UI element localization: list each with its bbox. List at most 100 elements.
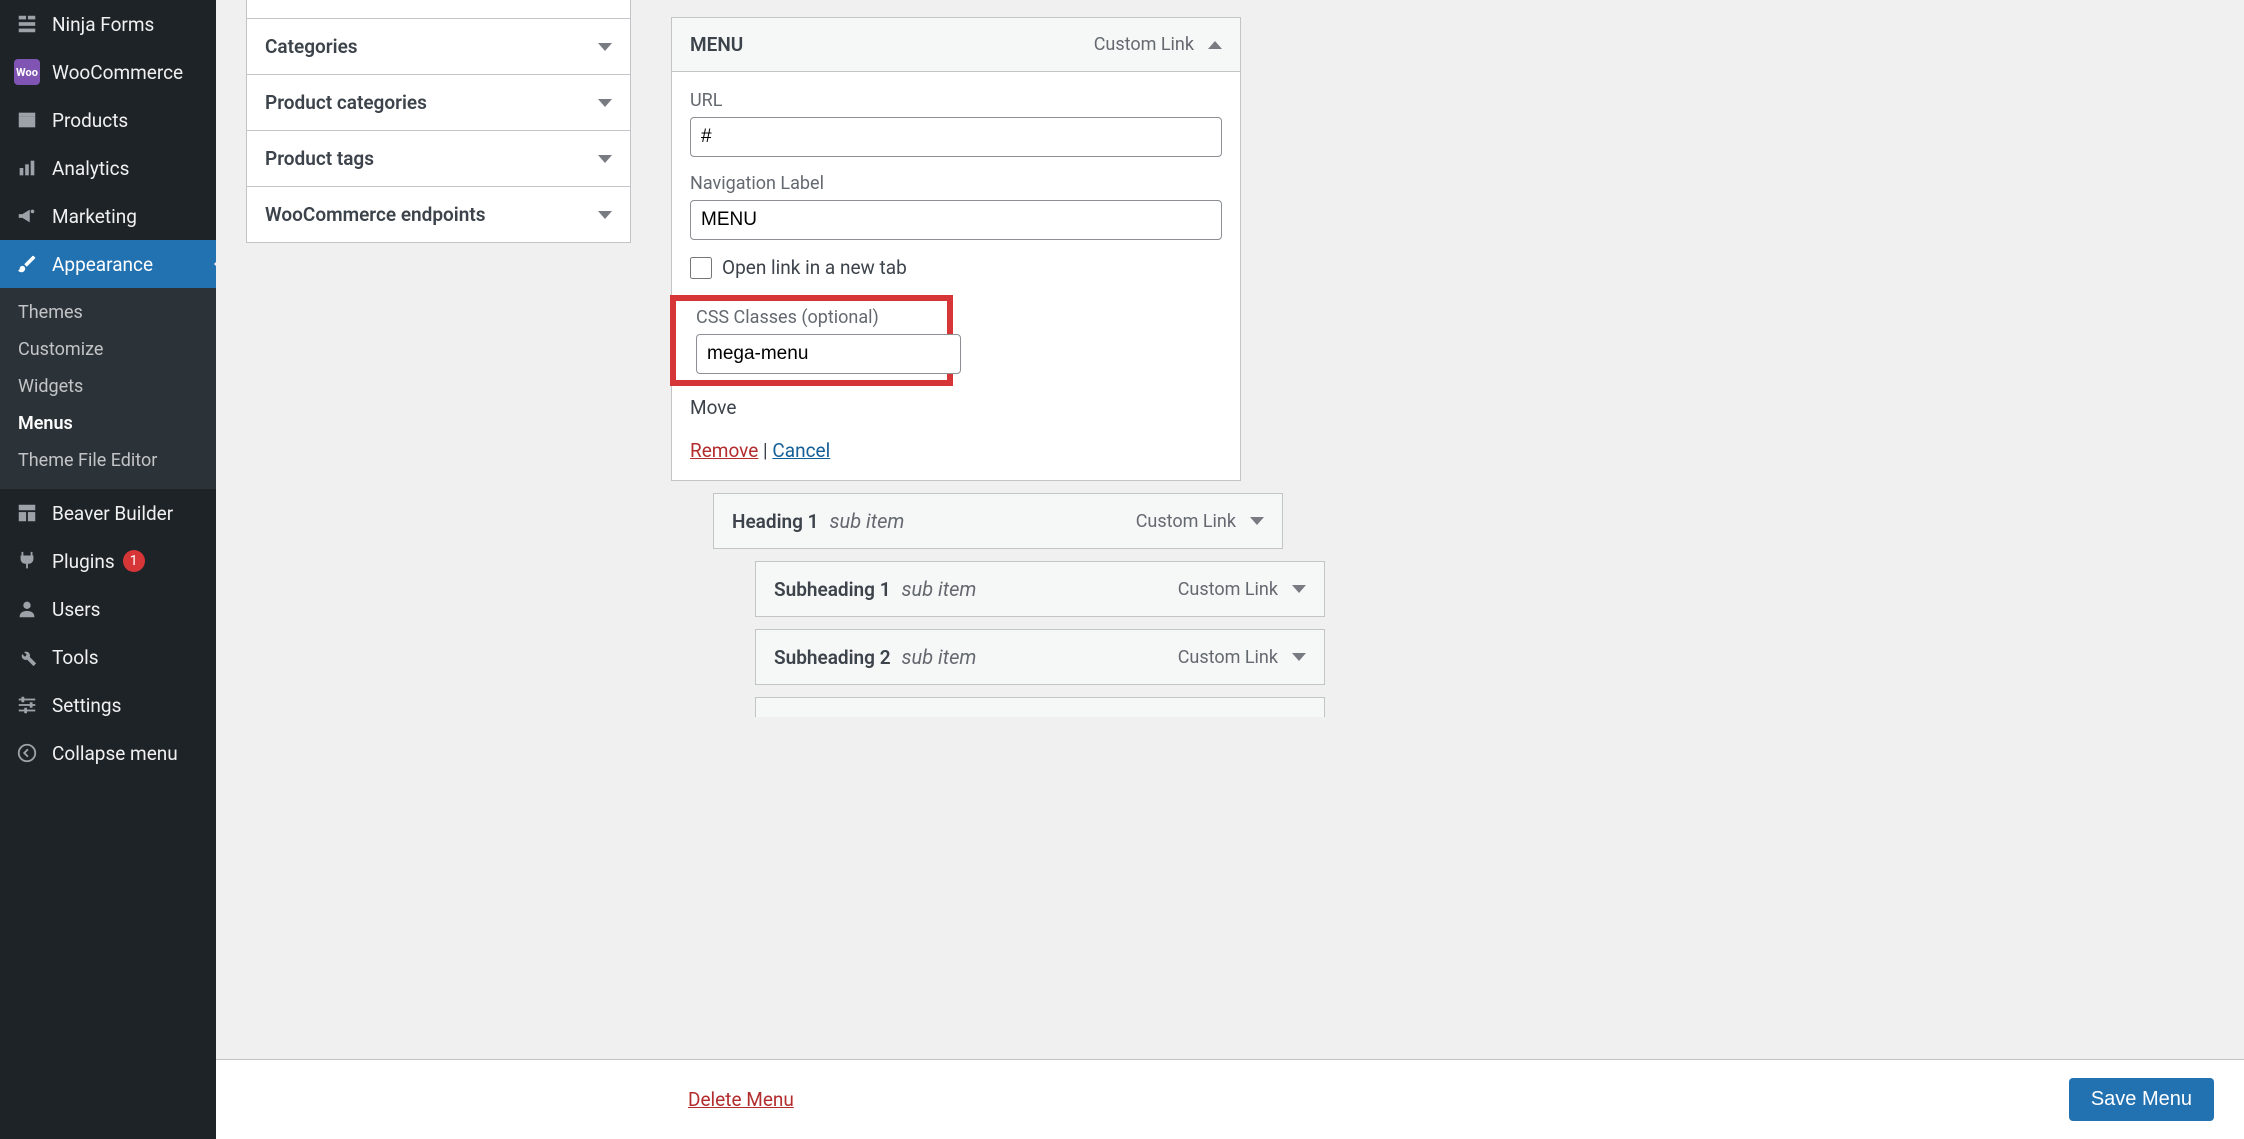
nav-label-input[interactable] [690, 200, 1222, 240]
menu-item-title: Subheading 1 [774, 578, 891, 601]
wrench-icon [14, 644, 40, 670]
open-new-tab-label: Open link in a new tab [722, 256, 907, 279]
sidebar-label: Beaver Builder [52, 502, 173, 525]
url-input[interactable] [690, 117, 1222, 157]
chevron-down-icon [598, 211, 612, 219]
add-menu-items-panel: Categories Product categories Product ta… [246, 0, 631, 1139]
submenu-menus[interactable]: Menus [0, 405, 216, 442]
menu-item-subheading-2: Subheading 2 sub item Custom Link [755, 629, 1325, 685]
menu-footer-bar: Delete Menu Save Menu [216, 1059, 2244, 1139]
sidebar-item-ninja-forms[interactable]: Ninja Forms [0, 0, 216, 48]
chevron-down-icon [598, 43, 612, 51]
sidebar-collapse[interactable]: Collapse menu [0, 729, 216, 777]
sidebar-item-analytics[interactable]: Analytics [0, 144, 216, 192]
accordion-title: WooCommerce endpoints [265, 203, 486, 226]
sub-item-label: sub item [902, 577, 977, 601]
sidebar-label: Marketing [52, 205, 137, 228]
accordion-product-tags[interactable]: Product tags [246, 131, 631, 187]
main-content: Categories Product categories Product ta… [216, 0, 2244, 1139]
move-label: Move [690, 396, 1222, 419]
sidebar-item-woocommerce[interactable]: Woo WooCommerce [0, 48, 216, 96]
form-icon [14, 11, 40, 37]
sidebar-label: Ninja Forms [52, 13, 154, 36]
menu-item-header[interactable]: Subheading 1 sub item Custom Link [756, 562, 1324, 616]
plugin-update-badge: 1 [123, 550, 145, 572]
sidebar-label: Users [52, 598, 100, 621]
url-label: URL [690, 90, 1222, 111]
menu-item-title: MENU [690, 33, 743, 56]
sidebar-label: Collapse menu [52, 742, 178, 765]
sidebar-label: Products [52, 109, 128, 132]
sidebar-item-users[interactable]: Users [0, 585, 216, 633]
menu-item-heading-1: Heading 1 sub item Custom Link [713, 493, 1283, 549]
css-classes-input[interactable] [696, 334, 961, 374]
sidebar-label: WooCommerce [52, 61, 183, 84]
sub-item-label: sub item [902, 645, 977, 669]
sidebar-item-tools[interactable]: Tools [0, 633, 216, 681]
sidebar-item-plugins[interactable]: Plugins 1 [0, 537, 216, 585]
chart-bar-icon [14, 155, 40, 181]
sidebar-label: Tools [52, 646, 99, 669]
accordion-title: Product tags [265, 147, 374, 170]
sidebar-label: Appearance [52, 253, 153, 276]
submenu-customize[interactable]: Customize [0, 331, 216, 368]
menu-item-type: Custom Link [1094, 34, 1194, 55]
submenu-theme-editor[interactable]: Theme File Editor [0, 442, 216, 479]
user-icon [14, 596, 40, 622]
sliders-icon [14, 692, 40, 718]
open-new-tab-checkbox[interactable] [690, 257, 712, 279]
archive-icon [14, 107, 40, 133]
sidebar-item-marketing[interactable]: Marketing [0, 192, 216, 240]
menu-item-header[interactable]: MENU Custom Link [672, 18, 1240, 72]
accordion-product-categories[interactable]: Product categories [246, 75, 631, 131]
css-classes-label: CSS Classes (optional) [696, 307, 939, 328]
accordion-title: Product categories [265, 91, 427, 114]
item-action-links: Remove | Cancel [690, 439, 1222, 462]
save-menu-button[interactable]: Save Menu [2069, 1078, 2214, 1121]
megaphone-icon [14, 203, 40, 229]
remove-link[interactable]: Remove [690, 439, 758, 462]
chevron-down-icon [598, 155, 612, 163]
sidebar-item-appearance[interactable]: Appearance [0, 240, 216, 288]
woocommerce-icon: Woo [14, 59, 40, 85]
sidebar-label: Analytics [52, 157, 129, 180]
css-classes-highlight: CSS Classes (optional) [670, 295, 953, 386]
accordion-title: Categories [265, 35, 358, 58]
field-css-classes: CSS Classes (optional) [696, 307, 939, 374]
menu-item-settings: URL Navigation Label Open link in a new … [672, 72, 1240, 480]
cancel-link[interactable]: Cancel [772, 439, 830, 462]
chevron-down-icon [1292, 585, 1306, 593]
layout-icon [14, 500, 40, 526]
menu-item-header[interactable]: Subheading 2 sub item Custom Link [756, 630, 1324, 684]
accordion-woocommerce-endpoints[interactable]: WooCommerce endpoints [246, 187, 631, 243]
sidebar-label: Plugins [52, 550, 115, 573]
chevron-down-icon [1250, 517, 1264, 525]
delete-menu-link[interactable]: Delete Menu [688, 1088, 794, 1111]
admin-sidebar: Ninja Forms Woo WooCommerce Products Ana… [0, 0, 216, 1139]
sidebar-item-settings[interactable]: Settings [0, 681, 216, 729]
collapse-icon [14, 740, 40, 766]
chevron-up-icon [1208, 41, 1222, 49]
submenu-themes[interactable]: Themes [0, 294, 216, 331]
sidebar-item-products[interactable]: Products [0, 96, 216, 144]
accordion-categories[interactable]: Categories [246, 18, 631, 75]
field-url: URL [690, 90, 1222, 157]
sidebar-item-beaver-builder[interactable]: Beaver Builder [0, 489, 216, 537]
plug-icon [14, 548, 40, 574]
chevron-down-icon [1292, 653, 1306, 661]
menu-structure-panel: MENU Custom Link URL Navigation Label [671, 0, 2214, 1139]
menu-item-type: Custom Link [1136, 511, 1236, 532]
brush-icon [14, 251, 40, 277]
menu-item-title: Subheading 2 [774, 646, 891, 669]
menu-item-type: Custom Link [1178, 579, 1278, 600]
menu-item-header[interactable]: Heading 1 sub item Custom Link [714, 494, 1282, 548]
menu-item-partial [755, 697, 1325, 717]
menu-item-title: Heading 1 [732, 510, 819, 533]
menu-item-type: Custom Link [1178, 647, 1278, 668]
appearance-submenu: Themes Customize Widgets Menus Theme Fil… [0, 288, 216, 489]
submenu-widgets[interactable]: Widgets [0, 368, 216, 405]
sidebar-label: Settings [52, 694, 121, 717]
menu-item-menu: MENU Custom Link URL Navigation Label [671, 17, 1241, 481]
nav-label: Navigation Label [690, 173, 1222, 194]
separator: | [758, 439, 772, 462]
